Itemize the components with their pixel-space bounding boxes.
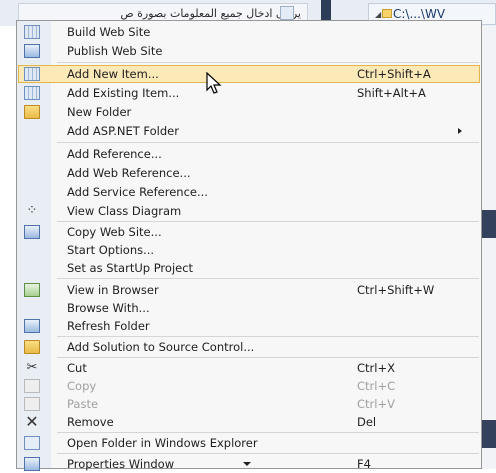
menu-item-label: Paste xyxy=(67,397,99,411)
menu-separator xyxy=(57,432,479,433)
background-right-dark-block xyxy=(482,210,496,238)
menu-item-label: Set as StartUp Project xyxy=(67,261,194,275)
menu-item-publish-web-site[interactable]: Publish Web Site xyxy=(18,42,480,60)
menu-item-label: Build Web Site xyxy=(67,25,151,39)
add-new-item-icon xyxy=(24,67,40,81)
menu-item-remove[interactable]: ✕ Remove Del xyxy=(18,413,480,431)
background-arabic-text: يرجى ادخال جميع المعلومات بصورة ص xyxy=(120,7,301,20)
class-diagram-icon: ⁘ xyxy=(26,203,38,218)
menu-item-shortcut: Ctrl+V xyxy=(357,397,395,411)
menu-item-paste: Paste Ctrl+V xyxy=(18,395,480,413)
menu-separator xyxy=(57,221,479,222)
menu-separator xyxy=(57,336,479,337)
add-existing-item-icon xyxy=(24,86,40,100)
refresh-icon xyxy=(24,319,40,333)
remove-icon: ✕ xyxy=(25,412,39,431)
menu-separator xyxy=(57,357,479,358)
collapse-arrow-icon: ◢ xyxy=(375,10,382,19)
publish-icon xyxy=(24,44,40,58)
menu-separator xyxy=(57,142,479,143)
menu-item-new-folder[interactable]: New Folder xyxy=(18,103,480,121)
menu-item-open-folder-in-explorer[interactable]: Open Folder in Windows Explorer xyxy=(18,434,480,452)
menu-item-add-reference[interactable]: Add Reference... xyxy=(18,145,480,163)
new-folder-icon xyxy=(24,105,40,119)
menu-item-label: Copy Web Site... xyxy=(67,225,162,239)
menu-item-label: Add ASP.NET Folder xyxy=(67,124,179,138)
menu-item-label: Browse With... xyxy=(67,301,150,315)
menu-item-label: Add Service Reference... xyxy=(67,185,208,199)
mouse-cursor-icon xyxy=(206,72,222,94)
folder-icon xyxy=(382,9,392,18)
menu-item-shortcut: Ctrl+X xyxy=(357,361,395,375)
menu-item-label: Add Web Reference... xyxy=(67,166,191,180)
menu-item-cut[interactable]: ✂ Cut Ctrl+X xyxy=(18,359,480,377)
background-right-dark-block xyxy=(482,420,496,448)
source-control-icon xyxy=(24,340,40,354)
menu-item-build-web-site[interactable]: Build Web Site xyxy=(18,23,480,41)
background-right-panel xyxy=(482,26,496,469)
menu-item-add-web-reference[interactable]: Add Web Reference... xyxy=(18,164,480,182)
menu-item-start-options[interactable]: Start Options... xyxy=(18,241,480,259)
menu-item-label: Add Solution to Source Control... xyxy=(67,340,255,354)
menu-item-add-aspnet-folder[interactable]: Add ASP.NET Folder xyxy=(18,122,480,140)
menu-item-label: Start Options... xyxy=(67,243,155,257)
menu-item-label: Remove xyxy=(67,415,114,429)
menu-item-label: Add Reference... xyxy=(67,147,162,161)
submenu-arrow-icon xyxy=(458,128,462,134)
menu-item-view-class-diagram[interactable]: ⁘ View Class Diagram xyxy=(18,202,480,220)
menu-item-label: Open Folder in Windows Explorer xyxy=(67,436,258,450)
menu-item-refresh-folder[interactable]: Refresh Folder xyxy=(18,317,480,335)
menu-item-shortcut: Shift+Alt+A xyxy=(357,86,426,100)
paste-icon xyxy=(24,397,40,411)
background-path-text: C:\...\WV xyxy=(393,7,446,21)
menu-item-shortcut: Ctrl+C xyxy=(357,379,396,393)
menu-item-shortcut: Del xyxy=(357,415,377,429)
menu-item-view-in-browser[interactable]: View in Browser Ctrl+Shift+W xyxy=(18,281,480,299)
menu-item-label: View in Browser xyxy=(67,283,159,297)
menu-item-add-solution-to-source-control[interactable]: Add Solution to Source Control... xyxy=(18,338,480,356)
menu-item-label: Publish Web Site xyxy=(67,44,163,58)
menu-item-shortcut: Ctrl+Shift+A xyxy=(357,67,431,81)
menu-item-label: New Folder xyxy=(67,105,132,119)
menu-separator xyxy=(57,453,479,454)
copy-icon xyxy=(24,379,40,393)
menu-separator xyxy=(57,62,479,63)
context-menu: Build Web Site Publish Web Site Add New … xyxy=(16,20,482,471)
menu-item-label: Cut xyxy=(67,361,87,375)
menu-item-add-new-item[interactable]: Add New Item... Ctrl+Shift+A xyxy=(18,65,480,83)
copy-web-site-icon xyxy=(24,225,40,239)
menu-item-label: Add Existing Item... xyxy=(67,86,180,100)
view-in-browser-icon xyxy=(24,283,40,297)
build-icon xyxy=(24,25,40,39)
menu-item-copy-web-site[interactable]: Copy Web Site... xyxy=(18,223,480,241)
menu-item-label: View Class Diagram xyxy=(67,204,182,218)
menu-item-label: Add New Item... xyxy=(67,67,159,81)
open-folder-icon xyxy=(24,436,40,450)
cut-icon: ✂ xyxy=(26,360,38,375)
background-checkbox-icon xyxy=(280,6,294,20)
menu-item-add-service-reference[interactable]: Add Service Reference... xyxy=(18,183,480,201)
menu-item-set-as-startup-project[interactable]: Set as StartUp Project xyxy=(18,259,480,277)
menu-item-label: Refresh Folder xyxy=(67,319,150,333)
menu-item-label: Copy xyxy=(67,379,97,393)
menu-item-copy: Copy Ctrl+C xyxy=(18,377,480,395)
menu-item-add-existing-item[interactable]: Add Existing Item... Shift+Alt+A xyxy=(18,84,480,102)
menu-item-shortcut: Ctrl+Shift+W xyxy=(357,283,435,297)
menu-item-browse-with[interactable]: Browse With... xyxy=(18,299,480,317)
menu-separator xyxy=(57,278,479,279)
scroll-down-arrow-icon[interactable] xyxy=(243,462,251,466)
